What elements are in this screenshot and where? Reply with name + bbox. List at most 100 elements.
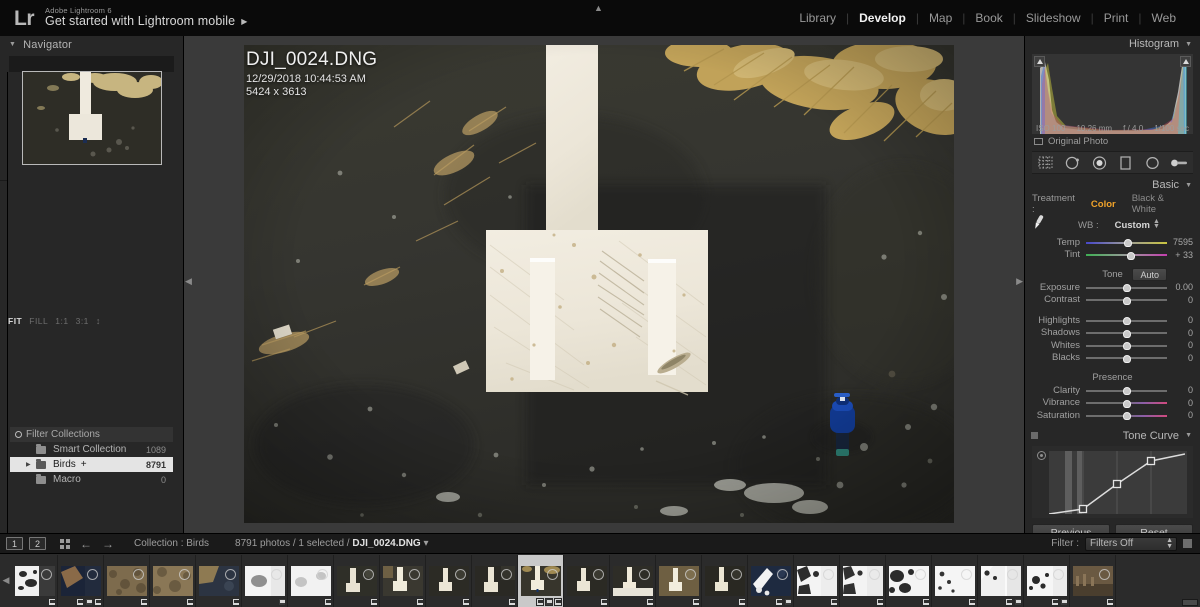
slider-track[interactable] — [1086, 340, 1167, 351]
filmstrip-thumbnail[interactable] — [242, 555, 288, 607]
filmstrip-thumbnail[interactable] — [748, 555, 794, 607]
left-panel-collapse-arrow[interactable]: ◀ — [185, 276, 192, 287]
previous-photo-arrow-icon[interactable]: ← — [80, 537, 92, 551]
thumbnail-badges[interactable] — [738, 598, 746, 606]
slider-value[interactable]: 0 — [1167, 398, 1193, 408]
collection-row-birds[interactable]: ▶ Birds + 8791 — [10, 457, 173, 472]
slider-track[interactable] — [1086, 385, 1167, 396]
collection-row-smart[interactable]: Smart Collection 1089 — [10, 442, 173, 457]
badge-icon[interactable] — [784, 598, 792, 606]
histogram-header[interactable]: Histogram ▼ — [1025, 36, 1200, 52]
filmstrip-thumbnail[interactable] — [288, 555, 334, 607]
graduated-filter-icon[interactable] — [1117, 155, 1134, 170]
auto-tone-button[interactable]: Auto — [1132, 268, 1167, 281]
filmstrip-thumbnail[interactable] — [564, 555, 610, 607]
badge-icon[interactable] — [85, 598, 93, 606]
badge-icon[interactable] — [1106, 598, 1114, 606]
thumbnail-badges[interactable] — [600, 598, 608, 606]
badge-icon[interactable] — [232, 598, 240, 606]
thumbnail-badges[interactable] — [876, 598, 884, 606]
view-mode-1-button[interactable]: 1 — [6, 537, 23, 550]
filmstrip-thumbnail[interactable] — [932, 555, 978, 607]
thumbnail-badges[interactable] — [324, 598, 332, 606]
slider-value[interactable]: 7595 — [1167, 237, 1193, 247]
filmstrip-thumbnail[interactable] — [12, 555, 58, 607]
module-print[interactable]: Print — [1094, 11, 1139, 25]
badge-icon[interactable] — [554, 598, 562, 606]
thumbnail-badges[interactable] — [1106, 598, 1114, 606]
slider-temp[interactable]: Temp 7595 — [1032, 236, 1193, 249]
slider-track[interactable] — [1086, 352, 1167, 363]
thumbnail-badges[interactable] — [968, 598, 976, 606]
thumbnail-badges[interactable] — [462, 598, 470, 606]
thumbnail-badges[interactable] — [48, 598, 56, 606]
slider-knob[interactable] — [1123, 317, 1131, 325]
badge-icon[interactable] — [370, 598, 378, 606]
histogram-graph[interactable]: ISO 100 10.26 mm f / 4.0 1/100 sec — [1032, 54, 1193, 134]
radial-filter-icon[interactable] — [1144, 155, 1161, 170]
thumbnail-badges[interactable] — [508, 598, 516, 606]
badge-icon[interactable] — [830, 598, 838, 606]
collection-row-macro[interactable]: Macro 0 — [10, 472, 173, 487]
white-balance-selector-icon[interactable] — [1032, 214, 1054, 237]
slider-track[interactable] — [1086, 294, 1167, 305]
badge-icon[interactable] — [186, 598, 194, 606]
thumbnail-badges[interactable] — [140, 598, 148, 606]
slider-knob[interactable] — [1123, 330, 1131, 338]
slider-contrast[interactable]: Contrast 0 — [1032, 294, 1193, 307]
slider-track[interactable] — [1086, 315, 1167, 326]
badge-icon[interactable] — [48, 598, 56, 606]
filter-select[interactable]: Filters Off ▲▼ — [1085, 537, 1177, 551]
highlight-clipping-indicator[interactable] — [1180, 56, 1191, 67]
slider-value[interactable]: + 33 — [1167, 250, 1193, 260]
filmstrip-thumbnail[interactable] — [104, 555, 150, 607]
thumbnail-badges[interactable] — [775, 598, 792, 606]
slider-tint[interactable]: Tint + 33 — [1032, 249, 1193, 262]
filmstrip-thumbnail[interactable] — [334, 555, 380, 607]
slider-value[interactable]: 0 — [1167, 315, 1193, 325]
target-adjustment-icon[interactable] — [1037, 451, 1046, 460]
slider-knob[interactable] — [1123, 297, 1131, 305]
slider-knob[interactable] — [1123, 387, 1131, 395]
module-develop[interactable]: Develop — [849, 11, 916, 25]
crop-overlay-icon[interactable] — [1037, 155, 1054, 170]
badge-icon[interactable] — [94, 598, 102, 606]
shadow-clipping-indicator[interactable] — [1034, 56, 1045, 67]
slider-track[interactable] — [1086, 410, 1167, 421]
white-balance-value[interactable]: Custom — [1115, 220, 1150, 231]
slider-value[interactable]: 0 — [1167, 295, 1193, 305]
badge-icon[interactable] — [1051, 598, 1059, 606]
badge-icon[interactable] — [968, 598, 976, 606]
filmstrip-thumbnail[interactable] — [58, 555, 104, 607]
badge-icon[interactable] — [508, 598, 516, 606]
slider-highlights[interactable]: Highlights 0 — [1032, 314, 1193, 327]
filmstrip-scrollbar[interactable] — [1182, 599, 1198, 606]
module-map[interactable]: Map — [919, 11, 962, 25]
slider-track[interactable] — [1086, 397, 1167, 408]
slider-knob[interactable] — [1127, 252, 1135, 260]
chevron-down-icon[interactable]: ▼ — [1185, 432, 1192, 439]
badge-icon[interactable] — [1014, 598, 1022, 606]
badge-icon[interactable] — [922, 598, 930, 606]
thumbnail-badges[interactable] — [186, 598, 194, 606]
spot-removal-icon[interactable] — [1064, 155, 1081, 170]
thumbnail-badges[interactable] — [370, 598, 378, 606]
filter-toggle-switch[interactable] — [1183, 539, 1192, 548]
chevron-right-icon[interactable]: ▶ — [26, 461, 31, 468]
slider-value[interactable]: 0 — [1167, 353, 1193, 363]
filmstrip-thumbnail[interactable] — [380, 555, 426, 607]
thumbnail-badges[interactable] — [278, 598, 286, 606]
slider-track[interactable] — [1086, 282, 1167, 293]
filmstrip-thumbnail[interactable] — [840, 555, 886, 607]
filmstrip-thumbnail[interactable] — [196, 555, 242, 607]
filmstrip-thumbnail[interactable] — [886, 555, 932, 607]
filmstrip-thumbnail[interactable] — [610, 555, 656, 607]
view-mode-2-button[interactable]: 2 — [29, 537, 46, 550]
badge-icon[interactable] — [545, 598, 553, 606]
slider-vibrance[interactable]: Vibrance 0 — [1032, 397, 1193, 410]
badge-icon[interactable] — [76, 598, 84, 606]
identity-plate[interactable]: Adobe Lightroom 6 Get started with Light… — [45, 7, 247, 29]
filmstrip-thumbnail[interactable] — [472, 555, 518, 607]
filmstrip-thumbnail[interactable] — [150, 555, 196, 607]
filmstrip-thumbnail[interactable] — [656, 555, 702, 607]
